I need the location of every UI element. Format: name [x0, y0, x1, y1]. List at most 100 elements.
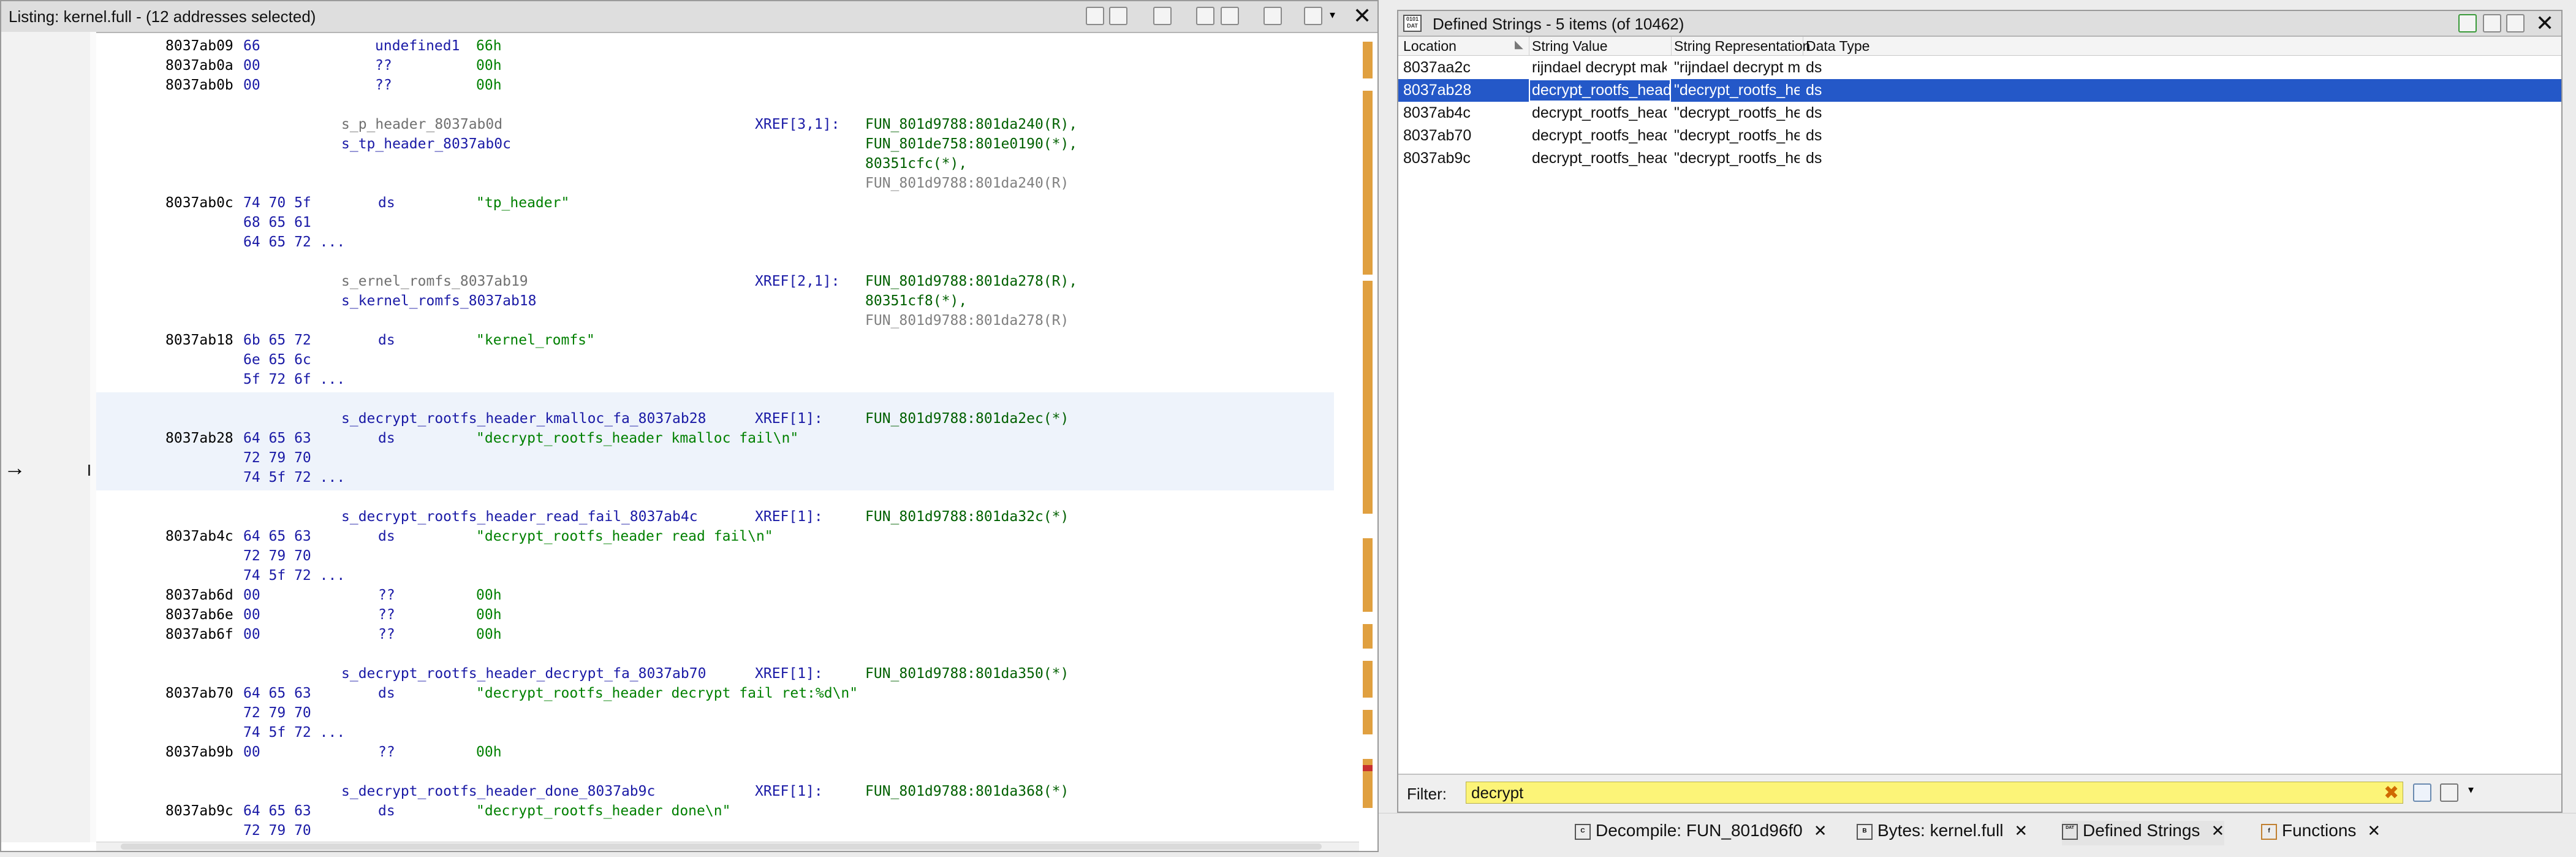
layout-icon[interactable]	[1304, 7, 1322, 25]
table-row[interactable]: 8037ab9c decrypt_rootfs_header done "dec…	[1398, 147, 2561, 170]
tab-decompile[interactable]: C Decompile: FUN_801d96f0 ✕	[1575, 821, 1827, 845]
label[interactable]: s_ernel_romfs_8037ab19	[341, 272, 528, 291]
cell-string-representation: "decrypt_rootfs_header read fail...	[1674, 104, 1800, 121]
operand: 00h	[476, 607, 502, 623]
bytes: 72 79 70	[243, 548, 311, 564]
address[interactable]: 8037ab6d	[165, 586, 233, 604]
mnemonic: ds	[378, 195, 395, 211]
xref-link[interactable]: FUN_801d9788:801da240(R)	[865, 174, 1069, 192]
snapshot-icon[interactable]	[1263, 7, 1282, 25]
tab-bytes[interactable]: B Bytes: kernel.full ✕	[1857, 821, 2028, 845]
cell-string-value: rijndael decrypt makeKey fail	[1532, 59, 1667, 76]
table-row[interactable]: 8037ab70 decrypt_rootfs_header decrypt f…	[1398, 124, 2561, 147]
functions-icon: f	[2261, 823, 2277, 840]
address[interactable]: 8037ab9c	[165, 802, 233, 820]
xref-link[interactable]: FUN_801d9788:801da2ec(*)	[865, 409, 1069, 428]
address[interactable]: 8037ab0a	[165, 56, 233, 75]
xref-link[interactable]: 80351cf8(*),	[865, 292, 967, 310]
label[interactable]: s_tp_header_8037ab0c	[341, 135, 511, 153]
cell-string-value: decrypt_rootfs_header decrypt fail re...	[1532, 127, 1667, 144]
address[interactable]: 8037ab6f	[165, 625, 233, 644]
operand: 00h	[476, 77, 502, 93]
xref-link[interactable]: FUN_801d9788:801da278(R)	[865, 311, 1069, 330]
label[interactable]: s_p_header_8037ab0d	[341, 115, 502, 134]
address[interactable]: 8037ab09	[165, 37, 233, 55]
bytes: 00	[243, 627, 260, 642]
label[interactable]: s_decrypt_rootfs_header_read_fail_8037ab…	[341, 508, 698, 526]
chevron-down-icon[interactable]: ▾	[1330, 9, 1342, 27]
tab-defined-strings[interactable]: DAT Defined Strings ✕	[2062, 821, 2225, 845]
operand: "decrypt_rootfs_header done\n"	[476, 803, 731, 819]
dat-icon: 0101 DAT	[1403, 15, 1422, 32]
close-tab-icon[interactable]: ✕	[1814, 821, 1827, 840]
mnemonic: ds	[378, 430, 395, 446]
cell-string-value: decrypt_rootfs_header kmalloc fail	[1529, 79, 1671, 102]
close-listing-button[interactable]: ✕	[1353, 4, 1371, 28]
listing-titlebar: Listing: kernel.full - (12 addresses sel…	[1, 1, 1377, 33]
bytes: 6e 65 6c	[243, 352, 311, 368]
table-row-selected[interactable]: 8037ab28 decrypt_rootfs_header kmalloc f…	[1398, 79, 2561, 102]
mnemonic: ??	[375, 77, 392, 93]
xref-link[interactable]: FUN_801d9788:801da368(*)	[865, 782, 1069, 801]
table-row[interactable]: 8037ab4c decrypt_rootfs_header read fail…	[1398, 102, 2561, 124]
bytes: 5f 72 6f ...	[243, 371, 346, 387]
bytes: 72 79 70	[243, 823, 311, 835]
filter-settings-icon[interactable]	[2440, 783, 2458, 802]
operand: 00h	[476, 744, 502, 760]
table-icon[interactable]	[2483, 14, 2501, 32]
bytes: 66	[243, 38, 260, 54]
overview-bar[interactable]	[1362, 36, 1374, 826]
filter-input[interactable]	[1466, 782, 2403, 804]
dat-icon: DAT	[2062, 823, 2078, 840]
operand: 00h	[476, 58, 502, 74]
xref-link[interactable]: FUN_801d9788:801da32c(*)	[865, 508, 1069, 526]
xref-link[interactable]: FUN_801d9788:801da350(*)	[865, 665, 1069, 683]
cell-data-type: ds	[1806, 59, 1822, 76]
address[interactable]: 8037ab70	[165, 684, 233, 703]
address[interactable]: 8037ab0b	[165, 76, 233, 94]
operand: "decrypt_rootfs_header decrypt fail ret:…	[476, 685, 858, 701]
address[interactable]: 8037ab9b	[165, 743, 233, 761]
navigation-icon[interactable]	[1196, 7, 1214, 25]
column-location[interactable]: Location	[1403, 38, 1457, 55]
diff-icon[interactable]	[1221, 7, 1239, 25]
cursor-arrow-icon: →	[4, 455, 26, 480]
chevron-down-icon[interactable]: ▾	[2468, 783, 2474, 796]
xref-link[interactable]: FUN_801d9788:801da278(R),	[865, 272, 1077, 291]
tab-functions[interactable]: f Functions ✕	[2261, 821, 2381, 845]
listing-code-area[interactable]: 8037ab09 66 undefined1 66h 8037ab0a 00 ?…	[96, 32, 1334, 835]
label[interactable]: s_decrypt_rootfs_header_kmalloc_fa_8037a…	[341, 409, 706, 428]
refresh-icon[interactable]	[2458, 14, 2477, 32]
copy-icon[interactable]	[1086, 7, 1104, 25]
export-icon[interactable]	[2506, 14, 2525, 32]
column-string-value[interactable]: String Value	[1532, 38, 1608, 55]
listing-panel: Listing: kernel.full - (12 addresses sel…	[0, 0, 1379, 852]
horizontal-scrollbar[interactable]	[96, 842, 1359, 851]
sort-icon[interactable]: ◣	[1515, 38, 1523, 51]
address[interactable]: 8037ab6e	[165, 606, 233, 624]
xref-link[interactable]: FUN_801d9788:801da240(R),	[865, 115, 1077, 134]
label[interactable]: s_kernel_romfs_8037ab18	[341, 292, 537, 310]
column-string-representation[interactable]: String Representation	[1674, 38, 1810, 55]
cell-string-representation: "rijndael decrypt makeKey fail\n"	[1674, 59, 1800, 76]
paste-icon[interactable]	[1109, 7, 1127, 25]
xref-link[interactable]: FUN_801de758:801e0190(*),	[865, 135, 1077, 153]
address[interactable]: 8037ab4c	[165, 527, 233, 546]
close-tab-icon[interactable]: ✕	[2211, 821, 2224, 840]
xref-link[interactable]: 80351cfc(*),	[865, 154, 967, 173]
column-data-type[interactable]: Data Type	[1806, 38, 1869, 55]
table-row[interactable]: 8037aa2c rijndael decrypt makeKey fail "…	[1398, 56, 2561, 79]
label[interactable]: s_decrypt_rootfs_header_decrypt_fa_8037a…	[341, 665, 706, 683]
address[interactable]: 8037ab28	[165, 429, 233, 448]
cursor-select-icon[interactable]	[1153, 7, 1172, 25]
filter-options-icon[interactable]	[2413, 783, 2431, 802]
clear-filter-icon[interactable]: ✖	[2384, 782, 2399, 804]
address[interactable]: 8037ab18	[165, 331, 233, 349]
cell-data-type: ds	[1806, 127, 1822, 144]
label[interactable]: s_decrypt_rootfs_header_done_8037ab9c	[341, 782, 655, 801]
close-strings-button[interactable]: ✕	[2536, 11, 2554, 36]
bytes: 74 5f 72 ...	[243, 470, 346, 486]
close-tab-icon[interactable]: ✕	[2014, 821, 2028, 840]
address[interactable]: 8037ab0c	[165, 194, 233, 212]
close-tab-icon[interactable]: ✕	[2367, 821, 2381, 840]
